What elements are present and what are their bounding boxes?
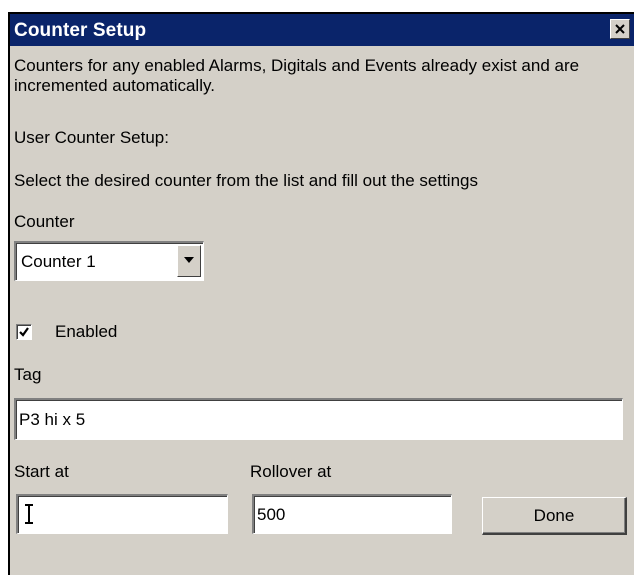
close-icon xyxy=(615,24,625,34)
rollover-at-label: Rollover at xyxy=(250,462,332,481)
counter-setup-dialog: Counter Setup xyxy=(8,12,634,575)
dropdown-button[interactable] xyxy=(177,245,201,277)
enabled-label[interactable]: Enabled xyxy=(55,322,117,342)
rollover-at-field[interactable] xyxy=(252,494,452,534)
text-cursor-icon xyxy=(25,504,33,524)
user-counter-setup-heading: User Counter Setup: xyxy=(14,128,169,147)
tag-field[interactable] xyxy=(14,398,623,440)
enabled-checkbox[interactable] xyxy=(16,324,32,340)
tag-label: Tag xyxy=(14,365,42,384)
tag-input[interactable] xyxy=(16,400,622,439)
counter-selected-value: Counter 1 xyxy=(21,252,96,271)
chevron-down-icon xyxy=(184,257,194,263)
start-at-label: Start at xyxy=(14,462,69,481)
intro-text: Counters for any enabled Alarms, Digital… xyxy=(14,56,580,95)
rollover-at-input[interactable] xyxy=(254,496,451,533)
title-bar[interactable]: Counter Setup xyxy=(10,14,634,46)
instructions-text: Select the desired counter from the list… xyxy=(14,171,478,190)
close-button[interactable] xyxy=(610,19,630,39)
counter-label: Counter xyxy=(14,212,75,231)
done-button[interactable]: Done xyxy=(482,497,627,535)
start-at-field[interactable] xyxy=(16,494,228,534)
start-at-input[interactable] xyxy=(18,496,227,533)
counter-dropdown[interactable]: Counter 1 xyxy=(14,241,204,281)
checkmark-icon xyxy=(19,327,29,337)
window-title: Counter Setup xyxy=(14,20,147,41)
